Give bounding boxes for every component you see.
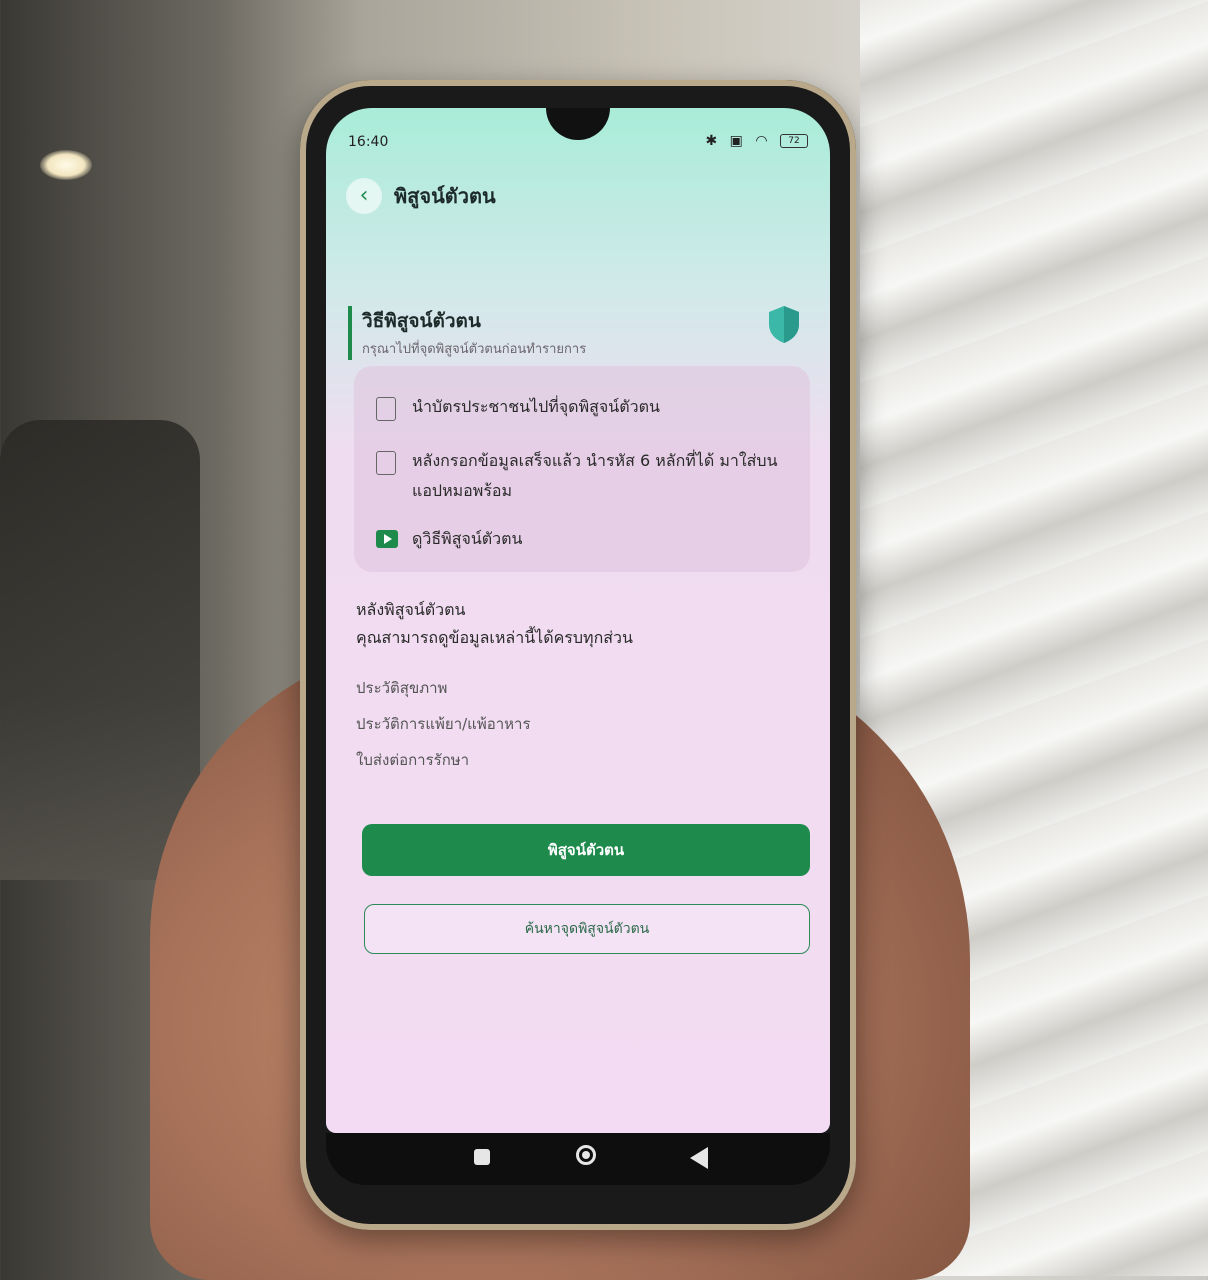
step-text: หลังกรอกข้อมูลเสร็จแล้ว นำรหัส 6 หลักที่…	[412, 451, 778, 500]
find-verify-point-button[interactable]: ค้นหาจุดพิสูจน์ตัวตน	[364, 904, 810, 954]
recents-button[interactable]	[474, 1149, 490, 1165]
battery-icon: 72	[780, 134, 808, 148]
play-icon	[376, 530, 398, 548]
chevron-left-icon: ‹	[359, 183, 369, 208]
sim-icon: ▣	[729, 133, 747, 149]
status-bar: 16:40 ✱ ▣ ◠ 72	[348, 133, 808, 154]
wifi-icon: ◠	[755, 133, 772, 149]
back-button[interactable]: ‹	[346, 178, 382, 214]
navigation-bar	[326, 1133, 830, 1185]
list-item-allergy-history: ประวัติการแพ้ยา/แพ้อาหาร	[356, 715, 531, 733]
section-subtitle: กรุณาไปที่จุดพิสูจน์ตัวตนก่อนทำรายการ	[362, 342, 587, 357]
steps-card: นำบัตรประชาชนไปที่จุดพิสูจน์ตัวตน หลังกร…	[354, 366, 810, 572]
watch-howto-label: ดูวิธีพิสูจน์ตัวตน	[412, 529, 523, 548]
list-item-health-history: ประวัติสุขภาพ	[356, 679, 448, 697]
after-verify-title: หลังพิสูจน์ตัวตน คุณสามารถดูข้อมูลเหล่าน…	[356, 596, 633, 652]
step-text: นำบัตรประชาชนไปที่จุดพิสูจน์ตัวตน	[412, 397, 660, 416]
section-accent-bar	[348, 306, 352, 360]
shield-icon	[769, 306, 799, 343]
home-button[interactable]	[576, 1145, 596, 1165]
status-time: 16:40	[348, 134, 389, 150]
status-icons: ✱ ▣ ◠ 72	[705, 133, 808, 149]
section-title: วิธีพิสูจน์ตัวตน	[362, 310, 481, 332]
verify-identity-button[interactable]: พิสูจน์ตัวตน	[362, 824, 810, 876]
background-chair	[0, 420, 200, 880]
after-verify-line1: หลังพิสูจน์ตัวตน	[356, 600, 466, 619]
nav-back-button[interactable]	[690, 1147, 708, 1169]
page-title: พิสูจน์ตัวตน	[394, 184, 496, 208]
id-card-icon	[376, 397, 396, 421]
bluetooth-icon: ✱	[705, 133, 722, 149]
phone-screen: 16:40 ✱ ▣ ◠ 72 ‹ พิสูจน์ตัวตน วิธีพิสูจน…	[326, 108, 830, 1133]
list-item-referral: ใบส่งต่อการรักษา	[356, 751, 470, 769]
phone-icon	[376, 451, 396, 475]
background-lamp	[40, 150, 92, 180]
after-verify-line2: คุณสามารถดูข้อมูลเหล่านี้ได้ครบทุกส่วน	[356, 628, 633, 647]
